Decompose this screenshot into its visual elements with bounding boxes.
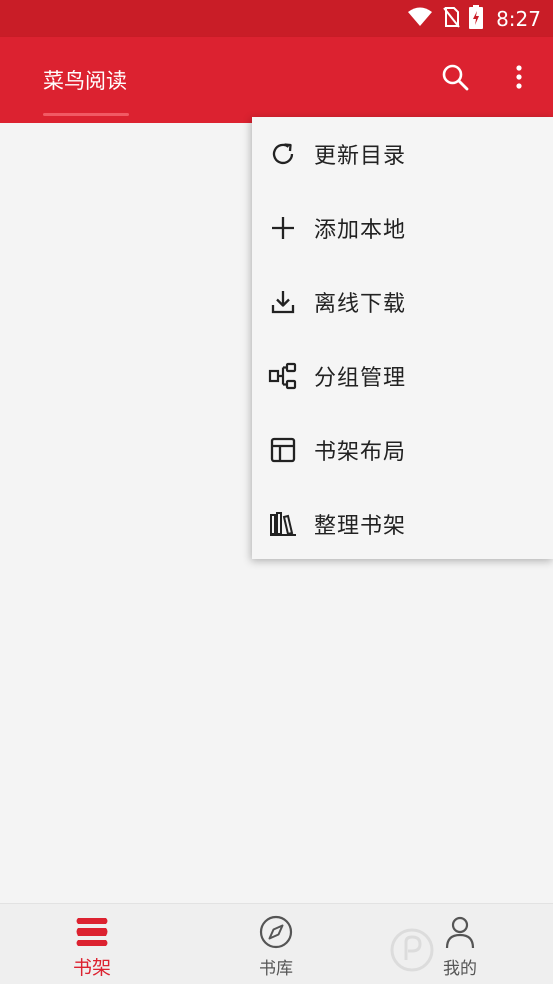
menu-item-label: 整理书架 [314,514,407,539]
more-options-button[interactable] [503,61,535,97]
books-icon [268,509,298,539]
status-time: 8:27 [496,6,541,31]
status-bar: 8:27 [0,0,553,37]
tab-indicator [43,113,129,116]
plus-icon [268,213,298,243]
nav-item-library[interactable]: 书库 [184,904,368,984]
menu-item-label: 更新目录 [314,144,407,169]
tab-bookshelf-title[interactable]: 菜鸟阅读 [43,65,127,95]
status-icons: 8:27 [407,0,541,37]
nav-item-bookshelf[interactable]: 书架 [0,904,184,984]
no-sim-icon [442,6,460,32]
battery-charging-icon [469,4,484,33]
group-icon [268,361,298,391]
refresh-icon [268,139,298,169]
menu-item-label: 书架布局 [314,440,407,465]
menu-item-label: 添加本地 [314,218,407,243]
menu-item-add-local[interactable]: 添加本地 [252,191,553,265]
watermark-logo [390,920,550,978]
menu-item-offline-download[interactable]: 离线下载 [252,265,553,339]
menu-item-shelf-layout[interactable]: 书架布局 [252,413,553,487]
menu-item-group-management[interactable]: 分组管理 [252,339,553,413]
search-icon [441,63,469,95]
menu-item-update-catalog[interactable]: 更新目录 [252,117,553,191]
wifi-icon [407,7,433,31]
compass-icon [258,914,294,950]
more-vert-icon [515,64,523,94]
menu-item-label: 分组管理 [314,366,407,391]
download-icon [268,287,298,317]
nav-label: 书库 [259,959,293,979]
menu-item-label: 离线下载 [314,292,407,317]
nav-label: 书架 [72,957,111,979]
bookshelf-icon [74,914,110,950]
overflow-menu: 更新目录 添加本地 离线下载 分组管理 书架布局 整理书架 [252,117,553,559]
search-button[interactable] [437,61,473,97]
menu-item-organize-shelf[interactable]: 整理书架 [252,487,553,561]
layout-icon [268,435,298,465]
app-bar: 菜鸟阅读 [0,37,553,123]
